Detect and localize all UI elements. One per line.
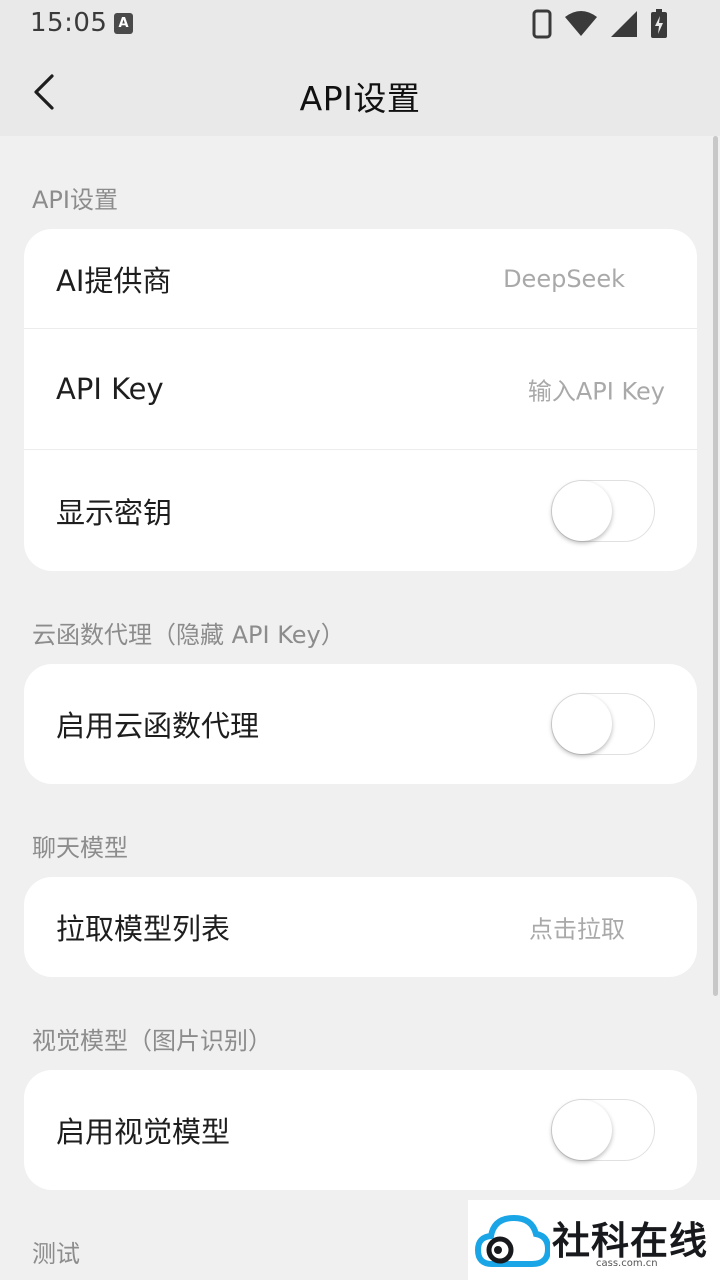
watermark-subtext: cass.com.cn — [596, 1258, 658, 1269]
proxy-card: 启用云函数代理 — [24, 664, 697, 784]
api-settings-card: AI提供商 DeepSeek API Key 输入API Key 显示密钥 — [24, 229, 697, 571]
toggle-knob — [552, 480, 612, 541]
battery-charging-icon — [651, 9, 667, 38]
section-title-chat-model: 聊天模型 — [32, 834, 128, 862]
show-key-toggle[interactable] — [551, 479, 655, 542]
enable-vision-label: 启用视觉模型 — [56, 1115, 231, 1149]
wifi-icon — [565, 11, 597, 36]
notification-badge: A — [114, 13, 133, 34]
toggle-knob — [552, 694, 612, 754]
show-key-label: 显示密钥 — [56, 495, 173, 530]
vision-model-card: 启用视觉模型 — [24, 1070, 697, 1190]
app-bar: API设置 — [0, 48, 720, 136]
section-title-proxy: 云函数代理（隐藏 API Key） — [32, 621, 345, 649]
signal-icon — [611, 11, 637, 37]
enable-proxy-label: 启用云函数代理 — [56, 709, 260, 743]
section-title-api: API设置 — [32, 186, 118, 214]
section-title-test: 测试 — [32, 1240, 80, 1268]
scrollbar[interactable] — [713, 136, 718, 996]
section-title-vision-model: 视觉模型（图片识别） — [32, 1027, 272, 1055]
api-key-row: API Key 输入API Key — [24, 329, 697, 450]
toggle-knob — [552, 1100, 612, 1160]
cloud-logo-icon — [474, 1214, 550, 1267]
watermark-text: 社科在线 — [552, 1218, 709, 1263]
provider-label: AI提供商 — [56, 263, 172, 298]
chat-model-card: 拉取模型列表 点击拉取 — [24, 877, 697, 977]
fetch-models-row[interactable]: 拉取模型列表 点击拉取 — [24, 877, 697, 977]
api-key-input[interactable]: 输入API Key — [528, 372, 665, 407]
enable-proxy-toggle[interactable] — [551, 693, 655, 755]
status-bar: 15:05 A — [0, 0, 720, 48]
provider-value: DeepSeek — [503, 264, 625, 293]
fetch-models-label: 拉取模型列表 — [56, 912, 231, 946]
enable-vision-toggle[interactable] — [551, 1099, 655, 1161]
api-key-label: API Key — [56, 372, 164, 406]
status-time: 15:05 — [30, 8, 108, 38]
page-title: API设置 — [299, 79, 421, 118]
fetch-models-action[interactable]: 点击拉取 — [529, 910, 625, 945]
enable-vision-row: 启用视觉模型 — [24, 1070, 697, 1190]
phone-icon — [532, 9, 552, 39]
watermark: 社科在线 cass.com.cn — [468, 1200, 720, 1280]
status-icons — [532, 8, 668, 40]
enable-proxy-row: 启用云函数代理 — [24, 664, 697, 784]
show-key-row: 显示密钥 — [24, 450, 697, 571]
provider-row[interactable]: AI提供商 DeepSeek — [24, 229, 697, 329]
